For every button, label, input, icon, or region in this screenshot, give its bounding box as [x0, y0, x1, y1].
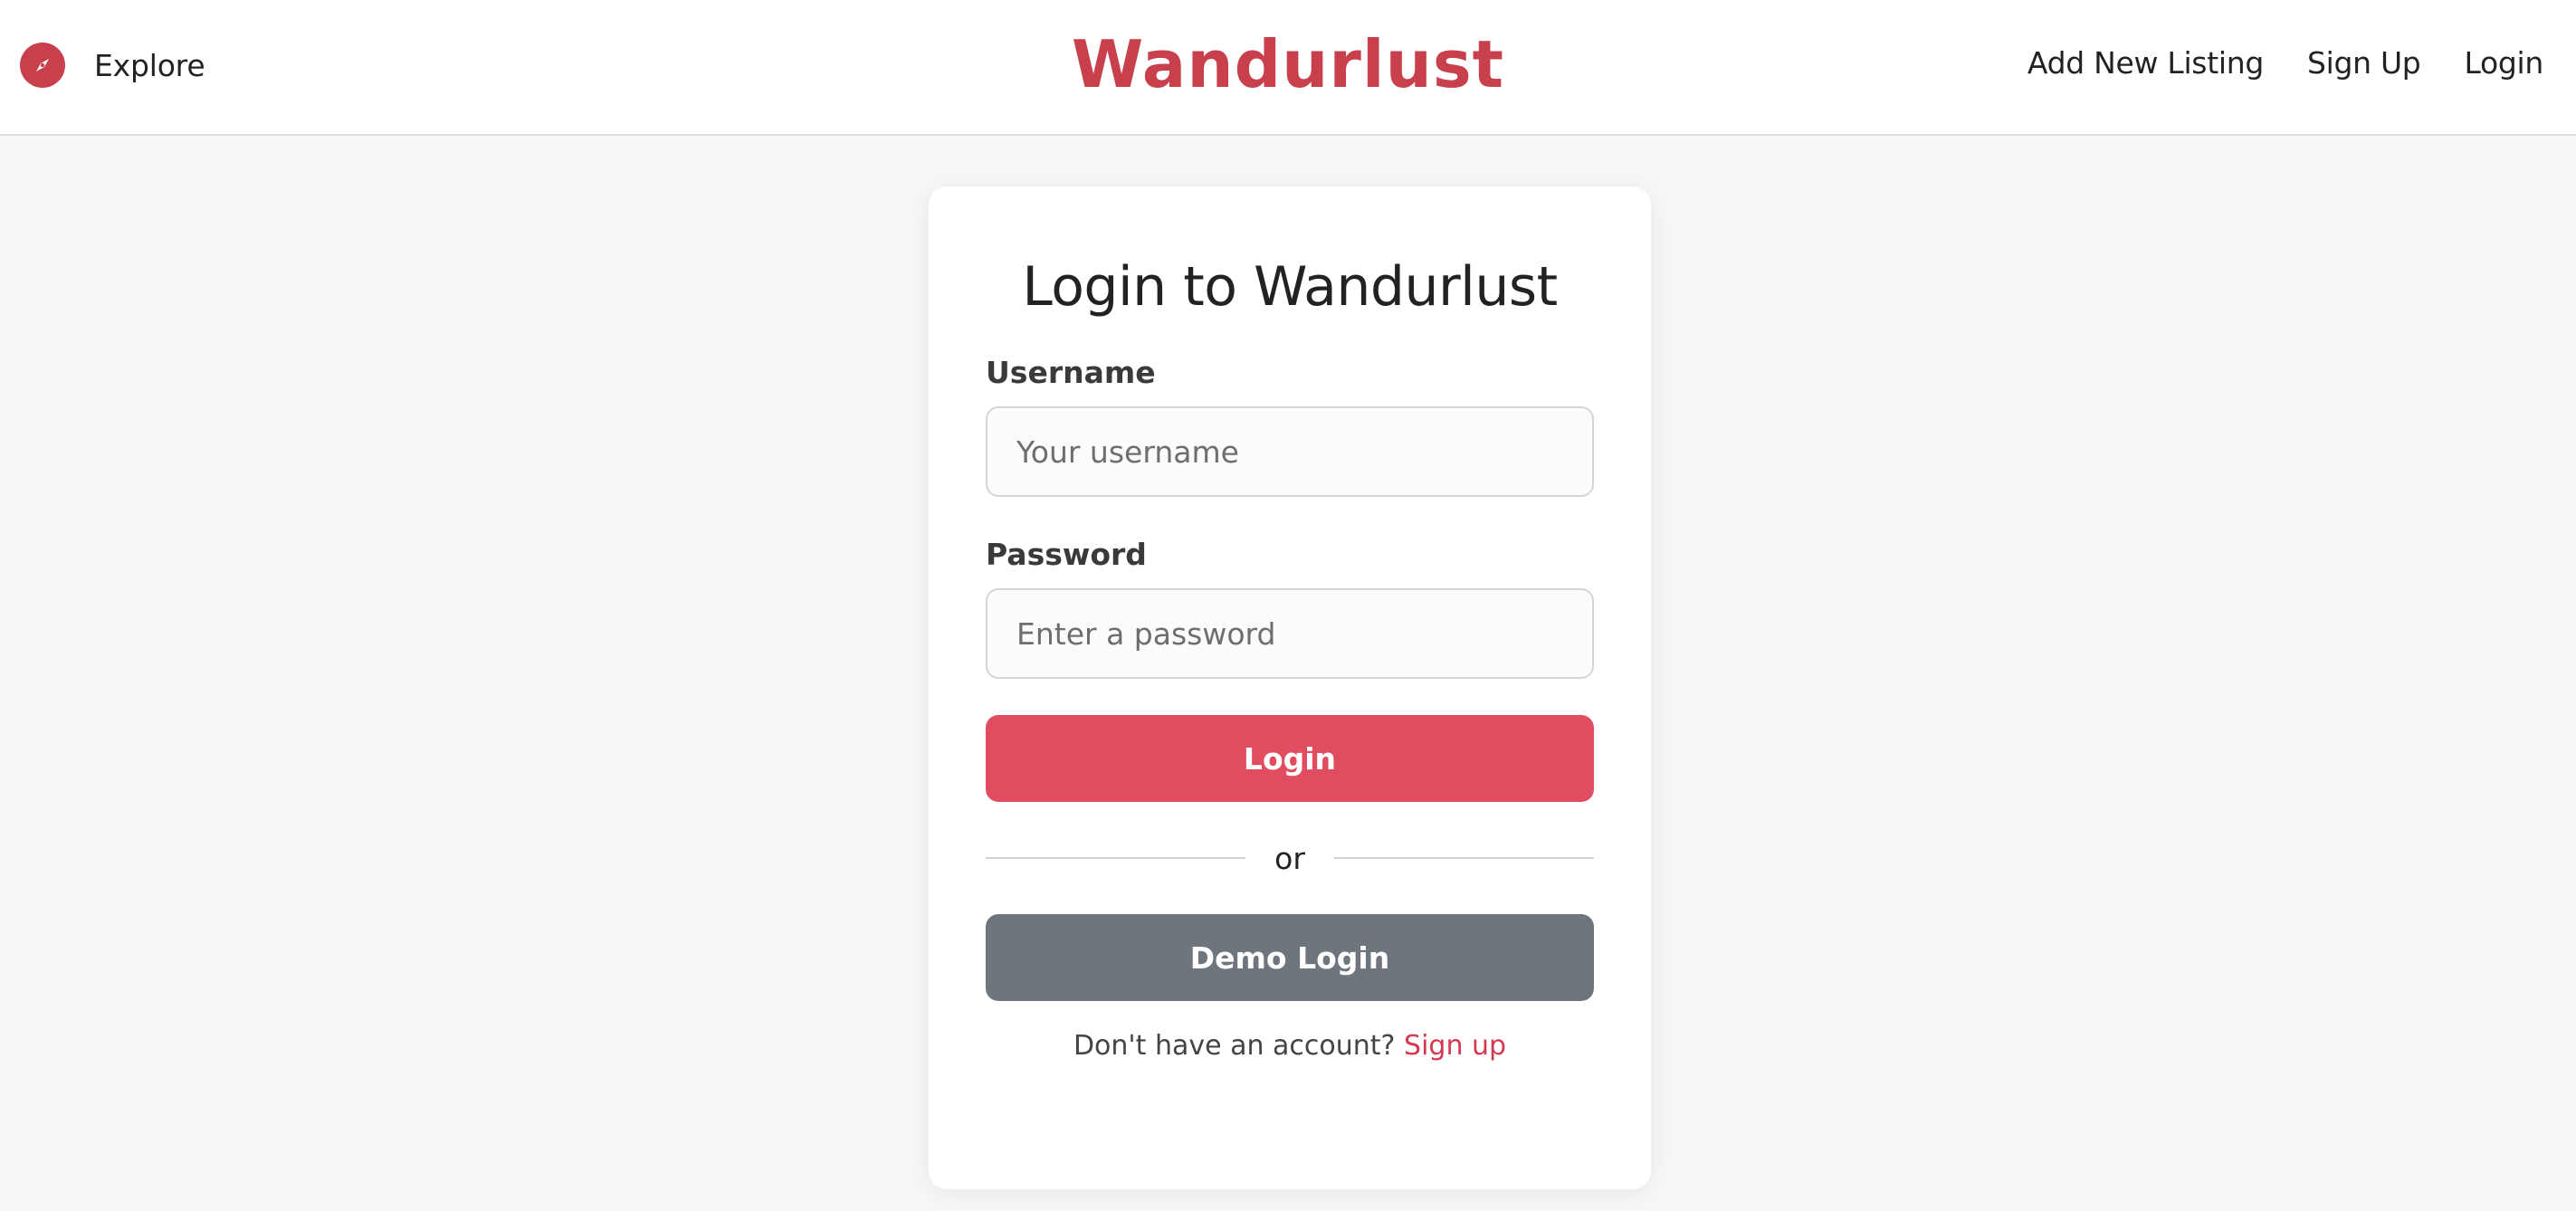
or-divider: or	[986, 802, 1595, 914]
password-input[interactable]	[986, 588, 1594, 679]
password-label: Password	[986, 537, 1147, 572]
navbar: Explore Wandurlust Add New Listing Sign …	[0, 0, 2576, 136]
login-button[interactable]: Login	[986, 715, 1594, 802]
add-new-listing-link[interactable]: Add New Listing	[2027, 45, 2264, 81]
divider-line-left	[986, 857, 1246, 859]
username-input[interactable]	[986, 406, 1594, 497]
username-label: Username	[986, 355, 1156, 390]
demo-login-button[interactable]: Demo Login	[986, 914, 1594, 1001]
signup-nav-link[interactable]: Sign Up	[2307, 45, 2421, 81]
login-nav-link[interactable]: Login	[2464, 45, 2543, 81]
divider-text: or	[1274, 840, 1305, 876]
signup-prompt-text: Don't have an account?	[1073, 1030, 1396, 1062]
page-title: Login to Wandurlust	[1022, 255, 1558, 319]
signup-prompt-row: Don't have an account? Sign up	[986, 1030, 1594, 1062]
nav-links: Add New Listing Sign Up Login	[2027, 45, 2543, 81]
signup-link[interactable]: Sign up	[1404, 1030, 1506, 1062]
divider-line-right	[1333, 857, 1595, 859]
login-card: Login to Wandurlust Username Password Lo…	[929, 186, 1651, 1189]
